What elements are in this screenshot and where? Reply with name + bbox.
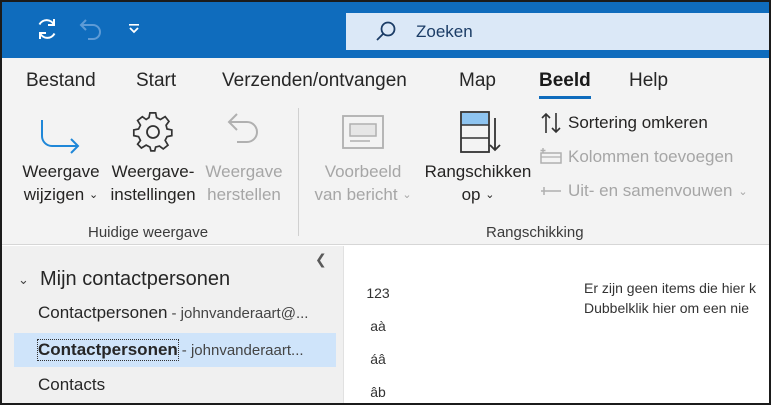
view-settings-label-1: Weergave- xyxy=(111,162,195,181)
contacts-list: 123 aà áâ âb Er zijn geen items die hier… xyxy=(343,246,769,403)
sync-icon[interactable] xyxy=(32,14,62,44)
folder-item-contacts[interactable]: Contacts xyxy=(14,368,336,402)
reset-view-label-2: herstellen xyxy=(207,185,281,204)
arrange-by-label-2: op xyxy=(461,185,481,204)
folder-pane: ❮ ⌄ Mijn contactpersonen Contactpersonen… xyxy=(2,246,343,403)
view-settings-button[interactable]: Weergave- instellingen xyxy=(108,110,198,206)
collapse-pane-icon[interactable]: ❮ xyxy=(315,251,327,268)
tab-beeld[interactable]: Beeld xyxy=(539,70,591,92)
change-view-icon xyxy=(41,120,80,154)
index-letter[interactable]: aà xyxy=(358,315,398,348)
change-view-label-1: Weergave xyxy=(22,162,100,181)
outlook-window: Zoeken Bestand Start Verzenden/ontvangen… xyxy=(0,0,771,405)
index-letter[interactable]: 123 xyxy=(358,282,398,315)
reverse-sort-icon xyxy=(538,111,564,135)
search-icon xyxy=(376,21,396,41)
add-columns-button[interactable]: Kolommen toevoegen xyxy=(538,144,733,170)
chevron-down-icon: ⌄ xyxy=(89,189,99,202)
message-preview-icon xyxy=(342,115,384,149)
active-tab-indicator xyxy=(539,96,591,99)
chevron-down-icon: ⌄ xyxy=(738,185,748,198)
group-label-arrangement: Rangschikking xyxy=(486,224,584,241)
change-view-button[interactable]: Weergave wijzigen ⌄ xyxy=(18,110,104,207)
reset-view-button[interactable]: Weergave herstellen xyxy=(202,110,286,206)
arrange-by-button[interactable]: Rangschikken op ⌄ xyxy=(422,110,534,207)
gear-icon xyxy=(132,111,173,152)
expand-collapse-label: Uit- en samenvouwen xyxy=(568,181,733,200)
tab-map[interactable]: Map xyxy=(459,70,496,92)
index-letter[interactable]: áâ xyxy=(358,348,398,381)
folder-name: Contactpersonen xyxy=(38,303,168,322)
arrange-by-icon xyxy=(460,111,501,153)
tab-help[interactable]: Help xyxy=(629,70,668,92)
message-preview-label-1: Voorbeeld xyxy=(324,162,402,181)
customize-dropdown-icon[interactable] xyxy=(119,14,149,44)
search-box[interactable]: Zoeken xyxy=(346,13,769,50)
chevron-down-icon: ⌄ xyxy=(485,189,495,202)
change-view-label-2: wijzigen xyxy=(23,185,85,204)
add-columns-icon xyxy=(538,147,564,167)
group-label-current-view: Huidige weergave xyxy=(88,224,209,241)
expand-collapse-icon xyxy=(538,181,564,201)
message-preview-button[interactable]: Voorbeeld van bericht ⌄ xyxy=(308,110,418,207)
view-settings-label-2: instellingen xyxy=(110,185,196,204)
title-bar: Zoeken xyxy=(2,2,769,58)
my-contacts-header[interactable]: ⌄ Mijn contactpersonen xyxy=(18,268,230,291)
tab-start[interactable]: Start xyxy=(136,70,176,92)
message-preview-label-2: van bericht xyxy=(314,185,398,204)
reverse-sort-label: Sortering omkeren xyxy=(568,113,708,132)
search-input[interactable]: Zoeken xyxy=(416,22,473,42)
add-columns-label: Kolommen toevoegen xyxy=(568,147,734,166)
undo-icon[interactable] xyxy=(76,14,106,44)
folder-item-contactpersonen-2[interactable]: Contactpersonen - johnvanderaart... xyxy=(14,333,336,367)
reverse-sort-button[interactable]: Sortering omkeren xyxy=(538,110,708,136)
folder-account: - johnvanderaart... xyxy=(181,341,304,359)
ribbon-tabs: Bestand Start Verzenden/ontvangen Map Be… xyxy=(2,58,769,102)
reset-view-icon xyxy=(227,113,258,143)
chevron-down-icon: ⌄ xyxy=(18,271,29,287)
empty-message-line-1: Er zijn geen items die hier k xyxy=(584,280,756,296)
folder-name: Contacts xyxy=(38,375,106,394)
folder-name: Contactpersonen xyxy=(37,339,179,361)
expand-collapse-button[interactable]: Uit- en samenvouwen ⌄ xyxy=(538,178,748,204)
folder-item-contactpersonen-1[interactable]: Contactpersonen - johnvanderaart@... xyxy=(14,296,336,330)
arrange-by-label-1: Rangschikken xyxy=(424,162,532,181)
group-separator xyxy=(298,108,299,236)
ribbon: Weergave wijzigen ⌄ Weergave- instelling… xyxy=(2,102,769,245)
empty-message-line-2: Dubbelklik hier om een nie xyxy=(584,300,749,316)
index-letters: 123 aà áâ âb xyxy=(358,282,398,403)
reset-view-label-1: Weergave xyxy=(205,162,283,181)
tab-bestand[interactable]: Bestand xyxy=(26,70,96,92)
tab-verzenden-ontvangen[interactable]: Verzenden/ontvangen xyxy=(222,70,407,92)
empty-list-message[interactable]: Er zijn geen items die hier k Dubbelklik… xyxy=(584,278,756,318)
chevron-down-icon: ⌄ xyxy=(402,189,412,202)
my-contacts-label: Mijn contactpersonen xyxy=(40,268,231,290)
index-letter[interactable]: âb xyxy=(358,381,398,403)
folder-account: - johnvanderaart@... xyxy=(171,304,309,322)
